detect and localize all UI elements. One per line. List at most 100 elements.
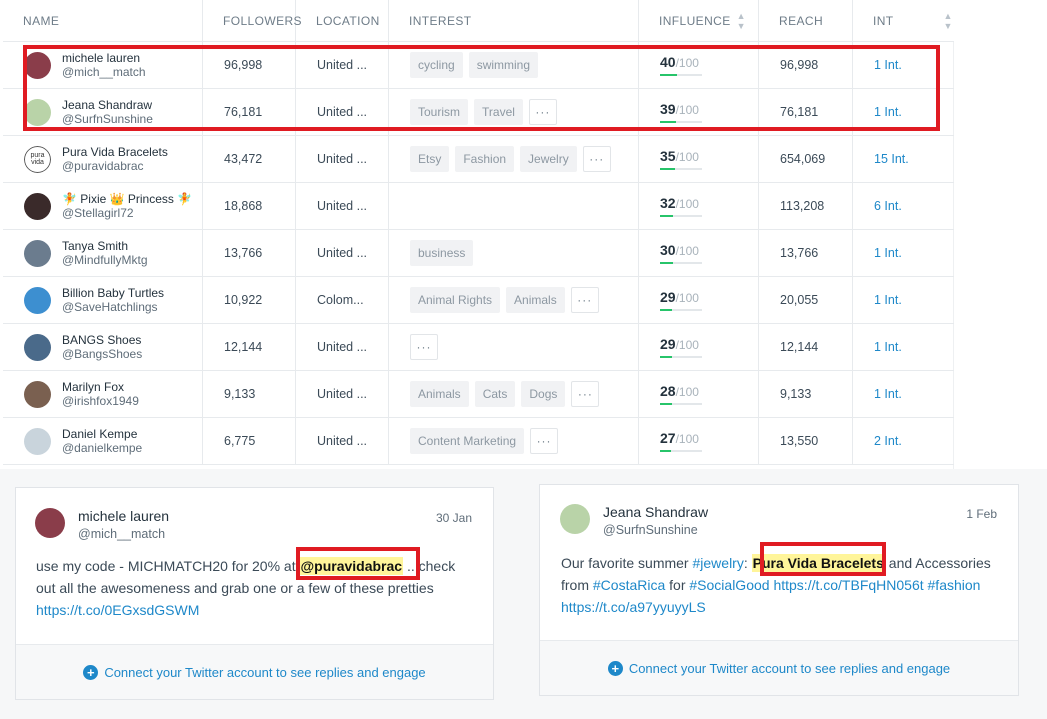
sort-icon[interactable]: ▲ ▼: [737, 11, 746, 31]
display-name[interactable]: michele lauren: [62, 51, 146, 65]
interest-tag[interactable]: Jewelry: [520, 146, 577, 172]
name-cell[interactable]: michele lauren @mich__match: [3, 42, 203, 88]
interest-tag[interactable]: Animals: [506, 287, 565, 313]
interactions-cell[interactable]: 1 Int.: [853, 230, 954, 276]
name-cell[interactable]: Jeana Shandraw @SurfnSunshine: [3, 89, 203, 135]
avatar[interactable]: [560, 504, 590, 534]
name-cell[interactable]: Daniel Kempe @danielkempe: [3, 418, 203, 464]
connect-twitter-footer[interactable]: + Connect your Twitter account to see rep…: [540, 640, 1018, 695]
interactions-cell[interactable]: 2 Int.: [853, 418, 954, 464]
avatar[interactable]: [24, 427, 51, 455]
interactions-cell[interactable]: 15 Int.: [853, 136, 954, 182]
interest-tag[interactable]: Fashion: [455, 146, 515, 172]
avatar[interactable]: pura vida: [24, 145, 51, 173]
name-cell[interactable]: BANGS Shoes @BangsShoes: [3, 324, 203, 370]
interactions-link[interactable]: 15 Int.: [853, 152, 909, 166]
more-tags-button[interactable]: ···: [582, 146, 611, 172]
avatar[interactable]: [24, 239, 51, 267]
table-row[interactable]: Marilyn Fox @irishfox1949 9,133 United ... A…: [3, 371, 954, 418]
interactions-link[interactable]: 1 Int.: [853, 58, 902, 72]
hashtag-link[interactable]: #fashion: [928, 577, 981, 593]
col-header-location[interactable]: LOCATION: [296, 0, 389, 41]
name-cell[interactable]: Billion Baby Turtles @SaveHatchlings: [3, 277, 203, 323]
display-name[interactable]: Jeana Shandraw: [62, 98, 153, 112]
avatar[interactable]: [24, 380, 51, 408]
interactions-link[interactable]: 1 Int.: [853, 105, 902, 119]
hashtag-link[interactable]: #CostaRica: [593, 577, 665, 593]
interest-tag[interactable]: Content Marketing: [410, 428, 525, 454]
interactions-link[interactable]: 6 Int.: [853, 199, 902, 213]
interactions-link[interactable]: 1 Int.: [853, 293, 902, 307]
sort-icon[interactable]: ▲ ▼: [944, 11, 953, 31]
mention-highlight[interactable]: Pura Vida Bracelets: [751, 554, 885, 572]
interactions-cell[interactable]: 1 Int.: [853, 277, 954, 323]
table-row[interactable]: BANGS Shoes @BangsShoes 12,144 United ... ··…: [3, 324, 954, 371]
display-name[interactable]: Pura Vida Bracelets: [62, 145, 168, 159]
display-name[interactable]: 🧚 Pixie 👑 Princess 🧚: [62, 192, 192, 206]
tweet-author-handle[interactable]: @SurfnSunshine: [603, 523, 698, 537]
col-header-interest[interactable]: INTEREST: [389, 0, 639, 41]
table-row[interactable]: Jeana Shandraw @SurfnSunshine 76,181 United…: [3, 89, 954, 136]
tweet-author-name[interactable]: michele lauren: [78, 508, 169, 524]
avatar[interactable]: [24, 51, 51, 79]
display-name[interactable]: Billion Baby Turtles: [62, 286, 164, 300]
interest-tag[interactable]: Tourism: [410, 99, 469, 125]
interactions-cell[interactable]: 1 Int.: [853, 324, 954, 370]
more-tags-button[interactable]: ···: [530, 428, 559, 454]
more-tags-button[interactable]: ···: [410, 334, 438, 360]
interest-tag[interactable]: Animals: [410, 381, 469, 407]
table-row[interactable]: pura vida Pura Vida Bracelets @puravidabra…: [3, 136, 954, 183]
avatar[interactable]: [24, 192, 51, 220]
table-row[interactable]: 🧚 Pixie 👑 Princess 🧚 @Stellagirl72 18,868 U…: [3, 183, 954, 230]
interactions-link[interactable]: 1 Int.: [853, 340, 902, 354]
connect-twitter-footer[interactable]: + Connect your Twitter account to see rep…: [16, 644, 493, 699]
name-cell[interactable]: Tanya Smith @MindfullyMktg: [3, 230, 203, 276]
tweet-author-handle[interactable]: @mich__match: [78, 527, 165, 541]
interactions-cell[interactable]: 1 Int.: [853, 89, 954, 135]
table-row[interactable]: Daniel Kempe @danielkempe 6,775 United ... C…: [3, 418, 954, 465]
display-name[interactable]: Tanya Smith: [62, 239, 148, 253]
hashtag-link[interactable]: #jewelry: [692, 555, 743, 571]
avatar[interactable]: [24, 286, 51, 314]
table-row[interactable]: Tanya Smith @MindfullyMktg 13,766 United ..…: [3, 230, 954, 277]
table-row[interactable]: michele lauren @mich__match 96,998 United .…: [3, 42, 954, 89]
connect-twitter-label[interactable]: Connect your Twitter account to see repl…: [104, 665, 425, 680]
name-cell[interactable]: pura vida Pura Vida Bracelets @puravidabra…: [3, 136, 203, 182]
interest-tag[interactable]: swimming: [468, 52, 539, 78]
tweet-author-name[interactable]: Jeana Shandraw: [603, 504, 708, 520]
col-header-name[interactable]: NAME: [3, 0, 203, 41]
more-tags-button[interactable]: ···: [528, 99, 557, 125]
col-header-followers[interactable]: FOLLOWERS: [203, 0, 302, 41]
interactions-link[interactable]: 1 Int.: [853, 246, 902, 260]
display-name[interactable]: BANGS Shoes: [62, 333, 142, 347]
avatar[interactable]: [35, 508, 65, 538]
tweet-link[interactable]: https://t.co/0EGxsdGSWM: [36, 602, 199, 618]
display-name[interactable]: Marilyn Fox: [62, 380, 139, 394]
interest-tag[interactable]: Etsy: [410, 146, 450, 172]
interactions-cell[interactable]: 6 Int.: [853, 183, 954, 229]
interactions-link[interactable]: 2 Int.: [853, 434, 902, 448]
interest-tag[interactable]: business: [410, 240, 474, 266]
name-cell[interactable]: Marilyn Fox @irishfox1949: [3, 371, 203, 417]
interest-tag[interactable]: Travel: [474, 99, 523, 125]
col-header-reach[interactable]: REACH: [759, 0, 853, 41]
col-header-influence[interactable]: INFLUENCE ▲ ▼: [639, 0, 759, 41]
more-tags-button[interactable]: ···: [571, 381, 600, 407]
interactions-cell[interactable]: 1 Int.: [853, 42, 954, 88]
interest-tag[interactable]: Cats: [474, 381, 516, 407]
tweet-link[interactable]: https://t.co/a97yyuyyLS: [561, 599, 706, 615]
col-header-int[interactable]: INT ▲ ▼: [853, 0, 954, 41]
mention-highlight[interactable]: @puravidabrac: [299, 557, 404, 575]
tweet-link[interactable]: https://t.co/TBFqHN056t: [773, 577, 923, 593]
display-name[interactable]: Daniel Kempe: [62, 427, 142, 441]
hashtag-link[interactable]: #SocialGood: [689, 577, 769, 593]
more-tags-button[interactable]: ···: [570, 287, 599, 313]
name-cell[interactable]: 🧚 Pixie 👑 Princess 🧚 @Stellagirl72: [3, 183, 203, 229]
interest-tag[interactable]: Dogs: [521, 381, 566, 407]
table-row[interactable]: Billion Baby Turtles @SaveHatchlings 10,92…: [3, 277, 954, 324]
interactions-link[interactable]: 1 Int.: [853, 387, 902, 401]
connect-twitter-label[interactable]: Connect your Twitter account to see repl…: [629, 661, 950, 676]
avatar[interactable]: [24, 333, 51, 361]
avatar[interactable]: [24, 98, 51, 126]
interest-tag[interactable]: Animal Rights: [410, 287, 501, 313]
